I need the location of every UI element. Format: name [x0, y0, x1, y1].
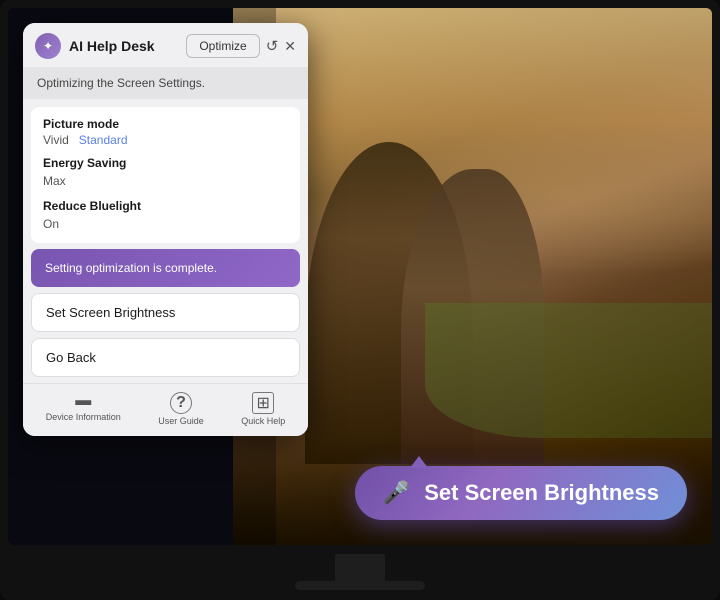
user-guide-icon: ?	[170, 392, 192, 414]
setting-item-bluelight: Reduce Bluelight On	[43, 199, 288, 233]
setting-item-energy: Energy Saving Max	[43, 156, 288, 190]
setting-label: Energy Saving	[43, 156, 288, 170]
footer-user-guide[interactable]: ? User Guide	[158, 392, 204, 426]
panel-footer: ▬ Device Information ? User Guide ⊞ Quic…	[23, 383, 308, 436]
footer-device-info[interactable]: ▬ Device Information	[46, 392, 121, 426]
tv-screen: ✦ AI Help Desk Optimize ↺ ✕ Optimizing t…	[8, 8, 712, 545]
setting-value-max: Max	[43, 174, 66, 188]
setting-values: On	[43, 215, 288, 233]
setting-values: Vivid Standard	[43, 133, 288, 147]
setting-values: Max	[43, 172, 288, 190]
footer-quick-help[interactable]: ⊞ Quick Help	[241, 392, 285, 426]
optimize-button[interactable]: Optimize	[186, 34, 259, 58]
close-button[interactable]: ✕	[284, 38, 296, 55]
completion-banner: Setting optimization is complete.	[31, 249, 300, 287]
panel-title: AI Help Desk	[69, 38, 155, 54]
setting-value-standard: Standard	[79, 133, 128, 147]
set-brightness-button[interactable]: Set Screen Brightness	[31, 293, 300, 332]
tv-stand-neck	[335, 554, 385, 582]
tv-stand-base	[295, 581, 425, 590]
setting-value-on: On	[43, 217, 59, 231]
quick-help-label: Quick Help	[241, 416, 285, 426]
voice-bubble-text: Set Screen Brightness	[424, 480, 659, 506]
quick-help-icon: ⊞	[252, 392, 274, 414]
setting-value-vivid: Vivid	[43, 133, 69, 147]
go-back-button[interactable]: Go Back	[31, 338, 300, 377]
user-guide-label: User Guide	[158, 416, 204, 426]
settings-container: Picture mode Vivid Standard Energy Savin…	[31, 107, 300, 243]
reset-button[interactable]: ↺	[266, 37, 279, 55]
help-desk-panel: ✦ AI Help Desk Optimize ↺ ✕ Optimizing t…	[23, 23, 308, 436]
panel-header: ✦ AI Help Desk Optimize ↺ ✕	[23, 23, 308, 67]
setting-item-picture-mode: Picture mode Vivid Standard	[43, 117, 288, 147]
ai-logo: ✦	[35, 33, 61, 59]
subheader-bar: Optimizing the Screen Settings.	[23, 67, 308, 99]
setting-label: Reduce Bluelight	[43, 199, 288, 213]
ai-icon: ✦	[43, 39, 53, 53]
device-info-label: Device Information	[46, 412, 121, 422]
setting-label: Picture mode	[43, 117, 288, 131]
tv-body: ✦ AI Help Desk Optimize ↺ ✕ Optimizing t…	[0, 0, 720, 600]
subheader-text: Optimizing the Screen Settings.	[37, 76, 205, 90]
voice-bubble: 🎤 Set Screen Brightness	[355, 466, 687, 520]
device-info-icon: ▬	[75, 392, 91, 410]
mic-icon: 🎤	[383, 480, 410, 506]
completion-text: Setting optimization is complete.	[45, 261, 217, 275]
